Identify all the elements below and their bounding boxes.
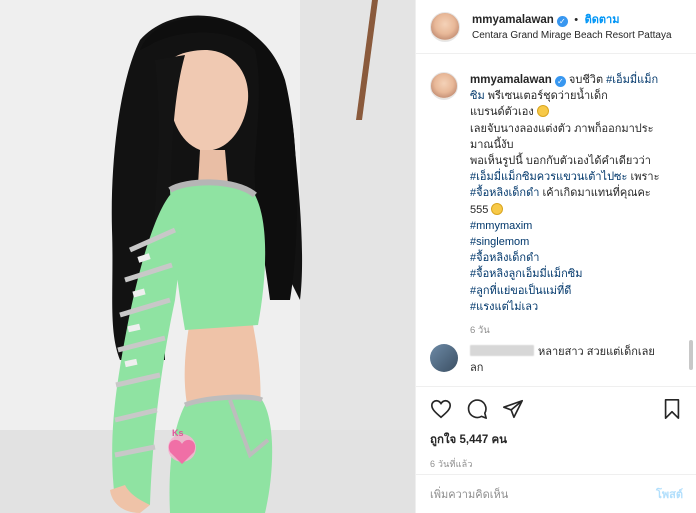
verified-badge-icon: ✓ xyxy=(556,15,568,27)
caption-block: mmyamalawan ✓ จบชีวิต #เอ็มมี่แม็ก ซิม พรี… xyxy=(430,72,692,339)
action-bar: ถูกใจ 5,447 คน 6 วันที่แล้ว xyxy=(416,386,696,471)
caption-line: เลยจับนางลองแต่งตัว ภาพก็ออกมาประ xyxy=(470,121,690,137)
hashtag-link[interactable]: #เอ็มมี่แม็ก xyxy=(606,74,658,86)
caption-line: 555 xyxy=(470,202,690,218)
caption-text-span: พอเห็นรูปนี้ บอกกับตัวเองได้คำเดียวว่า xyxy=(470,155,651,168)
grin-emoji xyxy=(491,202,504,215)
post-header: mmyamalawan ✓ • ติดตาม Centara Grand Mira… xyxy=(416,0,696,54)
caption-text: mmyamalawan ✓ จบชีวิต #เอ็มมี่แม็ก ซิม พรี… xyxy=(470,72,690,339)
comment-text-line2: ลก xyxy=(470,362,484,374)
caption-lines: mmyamalawan ✓ จบชีวิต #เอ็มมี่แม็ก ซิม พรี… xyxy=(470,72,690,315)
caption-line: พอเห็นรูปนี้ บอกกับตัวเองได้คำเดียวว่า xyxy=(470,153,690,169)
hashtag-link[interactable]: #ลูกที่แย่ขอเป็นแม่ที่ดี xyxy=(470,285,571,297)
caption-text-span: แบรนด์ตัวเอง xyxy=(470,106,537,119)
hashtag-link[interactable]: #เอ็มมี่แม็กซิมควรแขวนเต้าไปซะ xyxy=(470,171,627,183)
caption-line: #mmymaxim xyxy=(470,218,690,234)
blurred-commenter-name xyxy=(470,345,534,356)
caption-line: มาณนี้งับ xyxy=(470,137,690,153)
caption-time: 6 วัน xyxy=(470,325,490,337)
caption-line: #singlemom xyxy=(470,234,690,250)
caption-line: #จื้อหลิงเด็กดำ xyxy=(470,250,690,266)
post-comment-button[interactable]: โพสต์ xyxy=(656,485,683,503)
header-separator: • xyxy=(574,13,579,26)
photo-illustration xyxy=(0,0,415,513)
commenter-avatar[interactable] xyxy=(430,344,458,372)
grin-emoji xyxy=(536,105,549,118)
comment-item: หลายสาว สวยแต่เด็กเลย ลก xyxy=(430,344,692,376)
caption-text-span: เพราะ xyxy=(627,171,660,184)
heart-icon[interactable] xyxy=(430,398,452,420)
caption-line: #เอ็มมี่แม็กซิมควรแขวนเต้าไปซะ เพราะ xyxy=(470,169,690,185)
hashtag-link[interactable]: #จื้อหลิงเด็กดำ xyxy=(470,187,539,199)
bookmark-icon[interactable] xyxy=(661,398,683,420)
verified-badge-icon: ✓ xyxy=(554,76,566,87)
caption-line: ซิม พรีเซนเตอร์ชุดว่ายน้ำเด็ก xyxy=(470,88,690,104)
caption-line: mmyamalawan ✓ จบชีวิต #เอ็มมี่แม็ก xyxy=(470,72,690,88)
header-text: mmyamalawan ✓ • ติดตาม Centara Grand Mira… xyxy=(472,11,672,43)
caption-text-span: พรีเซนเตอร์ชุดว่ายน้ำเด็ก xyxy=(484,90,608,103)
post-side-panel: mmyamalawan ✓ • ติดตาม Centara Grand Mira… xyxy=(415,0,696,513)
comment-text-line1: หลายสาว สวยแต่เด็กเลย xyxy=(538,346,655,358)
add-comment-bar: เพิ่มความคิดเห็น โพสต์ xyxy=(416,474,696,513)
caption-line: #จื้อหลิงเด็กดำ เค้าเกิดมาแทนที่คุณคะ xyxy=(470,185,690,201)
sticker-text: Ks xyxy=(172,428,184,438)
author-avatar[interactable] xyxy=(430,11,460,42)
caption-text-span: เลยจับนางลองแต่งตัว ภาพก็ออกมาประ xyxy=(470,122,654,135)
caption-avatar[interactable] xyxy=(430,72,458,100)
caption-line: #จื้อหลิงลูกเอ็มมี่แม็กซิม xyxy=(470,266,690,282)
share-icon[interactable] xyxy=(502,398,524,420)
comment-icon[interactable] xyxy=(466,398,488,420)
caption-text-span: 555 xyxy=(470,203,492,216)
likes-count[interactable]: ถูกใจ 5,447 คน xyxy=(430,431,683,449)
comment-body: หลายสาว สวยแต่เด็กเลย ลก xyxy=(470,344,680,376)
caption-text-span: มาณนี้งับ xyxy=(470,138,514,151)
post-photo[interactable]: Ks xyxy=(0,0,415,513)
instagram-post-view: Ks mmyamalawan ✓ • ติดตาม Centara Grand M… xyxy=(0,0,696,513)
hashtag-link[interactable]: #จื้อหลิงลูกเอ็มมี่แม็กซิม xyxy=(470,268,583,280)
caption-text-span: จบชีวิต xyxy=(568,74,607,86)
caption-line: #แรงแต่ไม่เลว xyxy=(470,299,690,315)
hashtag-link[interactable]: #mmymaxim xyxy=(470,220,532,232)
caption-username[interactable]: mmyamalawan xyxy=(470,74,552,86)
author-username[interactable]: mmyamalawan xyxy=(472,14,554,26)
post-timestamp[interactable]: 6 วันที่แล้ว xyxy=(430,457,683,471)
caption-line: #ลูกที่แย่ขอเป็นแม่ที่ดี xyxy=(470,283,690,299)
action-icons xyxy=(430,397,683,421)
hashtag-link[interactable]: #แรงแต่ไม่เลว xyxy=(470,301,538,313)
caption-line: แบรนด์ตัวเอง xyxy=(470,104,690,120)
comments-scrollbar[interactable] xyxy=(689,340,693,370)
location-link[interactable]: Centara Grand Mirage Beach Resort Pattay… xyxy=(472,28,672,43)
header-user-line: mmyamalawan ✓ • ติดตาม xyxy=(472,11,672,28)
caption-text-span: เค้าเกิดมาแทนที่คุณคะ xyxy=(539,187,651,200)
hashtag-link[interactable]: ซิม xyxy=(470,90,485,102)
follow-button[interactable]: ติดตาม xyxy=(585,14,620,26)
hashtag-link[interactable]: #จื้อหลิงเด็กดำ xyxy=(470,252,539,264)
add-comment-input[interactable]: เพิ่มความคิดเห็น xyxy=(430,485,656,503)
hashtag-link[interactable]: #singlemom xyxy=(470,236,529,248)
